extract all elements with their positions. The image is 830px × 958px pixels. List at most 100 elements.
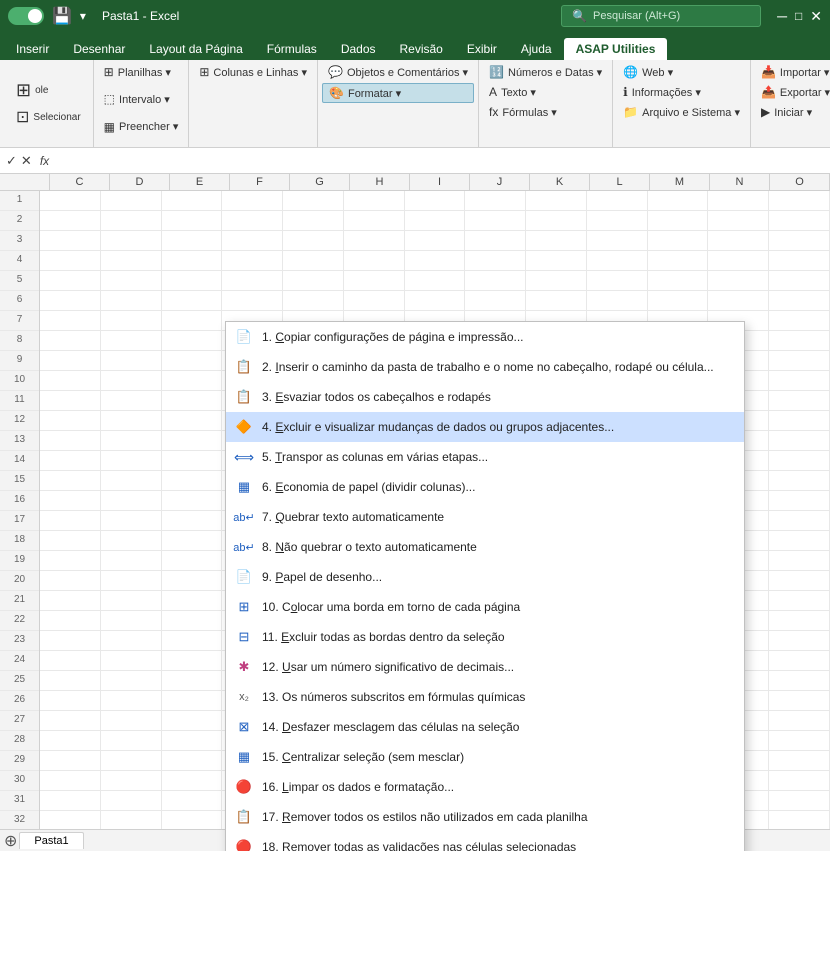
cell[interactable] [40, 671, 101, 690]
row-21[interactable]: 21 [0, 591, 39, 611]
cell[interactable] [526, 291, 587, 310]
cell[interactable] [162, 611, 223, 630]
menu-item-4[interactable]: 🔶 4. Excluir e visualizar mudanças de da… [226, 412, 744, 442]
row-4[interactable]: 4 [0, 251, 39, 271]
cell[interactable] [40, 331, 101, 350]
cell[interactable] [405, 251, 466, 270]
cell[interactable] [162, 271, 223, 290]
cell[interactable] [101, 591, 162, 610]
row-2[interactable]: 2 [0, 211, 39, 231]
cell[interactable] [769, 651, 830, 670]
row-32[interactable]: 32 [0, 811, 39, 831]
cell[interactable] [101, 571, 162, 590]
cell[interactable] [465, 291, 526, 310]
row-10[interactable]: 10 [0, 371, 39, 391]
cell[interactable] [769, 491, 830, 510]
tab-inserir[interactable]: Inserir [4, 38, 61, 60]
cell[interactable] [648, 271, 709, 290]
cell[interactable] [526, 231, 587, 250]
cell[interactable] [101, 771, 162, 790]
cell[interactable] [769, 591, 830, 610]
col-c[interactable]: C [50, 174, 110, 190]
menu-item-6[interactable]: ▦ 6. Economia de papel (dividir colunas)… [226, 472, 744, 502]
cell[interactable] [769, 371, 830, 390]
cell[interactable] [283, 251, 344, 270]
cell[interactable] [40, 771, 101, 790]
col-o[interactable]: O [770, 174, 830, 190]
cell[interactable] [587, 291, 648, 310]
cell[interactable] [222, 251, 283, 270]
cell[interactable] [162, 571, 223, 590]
cell[interactable] [162, 231, 223, 250]
cell[interactable] [162, 691, 223, 710]
intervalo-btn[interactable]: ⬚ Intervalo ▾ [98, 90, 185, 108]
search-box[interactable]: 🔍 Pesquisar (Alt+G) [561, 5, 761, 27]
cell[interactable] [405, 191, 466, 210]
menu-item-2[interactable]: 📋 2. Inserir o caminho da pasta de traba… [226, 352, 744, 382]
cell[interactable] [162, 731, 223, 750]
cell[interactable] [405, 211, 466, 230]
cell[interactable] [101, 491, 162, 510]
col-h[interactable]: H [350, 174, 410, 190]
cell[interactable] [101, 271, 162, 290]
row-22[interactable]: 22 [0, 611, 39, 631]
menu-item-7[interactable]: ab↵ 7. Quebrar texto automaticamente [226, 502, 744, 532]
cell[interactable] [587, 191, 648, 210]
cell[interactable] [162, 791, 223, 810]
cell[interactable] [769, 571, 830, 590]
cell[interactable] [769, 471, 830, 490]
cell[interactable] [162, 291, 223, 310]
cell[interactable] [465, 271, 526, 290]
formulas-btn[interactable]: fx Fórmulas ▾ [483, 103, 608, 121]
cell[interactable] [526, 271, 587, 290]
cell[interactable] [222, 291, 283, 310]
cell[interactable] [101, 751, 162, 770]
add-sheet-btn[interactable]: ⊕ [4, 831, 17, 851]
cell[interactable] [769, 291, 830, 310]
cell[interactable] [162, 251, 223, 270]
cell[interactable] [101, 631, 162, 650]
cell[interactable] [769, 211, 830, 230]
tab-formulas[interactable]: Fórmulas [255, 38, 329, 60]
row-30[interactable]: 30 [0, 771, 39, 791]
cell[interactable] [101, 231, 162, 250]
row-5[interactable]: 5 [0, 271, 39, 291]
row-20[interactable]: 20 [0, 571, 39, 591]
row-31[interactable]: 31 [0, 791, 39, 811]
cell[interactable] [40, 711, 101, 730]
cell[interactable] [101, 731, 162, 750]
numeros-datas-btn[interactable]: 🔢 Números e Datas ▾ [483, 63, 608, 81]
cell[interactable] [101, 651, 162, 670]
cell[interactable] [40, 571, 101, 590]
cell[interactable] [769, 711, 830, 730]
cell[interactable] [648, 231, 709, 250]
cell[interactable] [101, 691, 162, 710]
cell[interactable] [40, 651, 101, 670]
row-1[interactable]: 1 [0, 191, 39, 211]
cell[interactable] [101, 311, 162, 330]
cell[interactable] [101, 411, 162, 430]
cell[interactable] [101, 451, 162, 470]
cell[interactable] [40, 751, 101, 770]
cell[interactable] [465, 231, 526, 250]
formula-input[interactable] [53, 154, 824, 168]
cell[interactable] [465, 211, 526, 230]
row-7[interactable]: 7 [0, 311, 39, 331]
cell[interactable] [101, 791, 162, 810]
cell[interactable] [222, 271, 283, 290]
cell[interactable] [101, 611, 162, 630]
cell[interactable] [587, 231, 648, 250]
row-16[interactable]: 16 [0, 491, 39, 511]
cell[interactable] [40, 351, 101, 370]
row-28[interactable]: 28 [0, 731, 39, 751]
cell[interactable] [283, 211, 344, 230]
tab-dados[interactable]: Dados [329, 38, 388, 60]
confirm-btn[interactable]: ✓ [6, 153, 17, 169]
col-j[interactable]: J [470, 174, 530, 190]
row-9[interactable]: 9 [0, 351, 39, 371]
cell[interactable] [769, 251, 830, 270]
cell[interactable] [162, 191, 223, 210]
cell[interactable] [405, 231, 466, 250]
cell[interactable] [101, 291, 162, 310]
row-6[interactable]: 6 [0, 291, 39, 311]
